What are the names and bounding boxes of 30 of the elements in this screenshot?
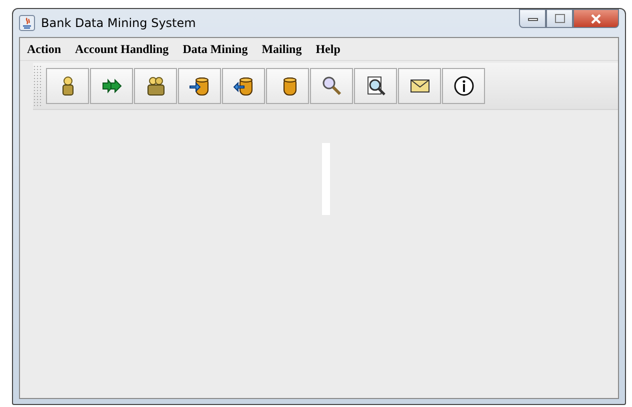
search-icon [320,75,342,97]
menu-item[interactable]: Action [27,42,61,56]
toolbar-button[interactable] [398,68,441,104]
minimize-icon [528,16,538,22]
database-import-icon [188,75,210,97]
toolbar-button[interactable] [178,68,221,104]
toolbar-grip[interactable] [33,65,43,107]
document-search-icon [364,75,386,97]
toolbar-button[interactable] [354,68,397,104]
maximize-icon [554,14,564,23]
toolbar-button[interactable] [46,68,89,104]
database-export-icon [232,75,254,97]
toolbar-button[interactable] [266,68,309,104]
menu-item[interactable]: Help [316,42,340,56]
people-icon [144,75,166,97]
toolbar-button[interactable] [134,68,177,104]
toolbar-button[interactable] [442,68,485,104]
toolbar-button[interactable] [222,68,265,104]
close-button[interactable] [573,9,619,28]
menu-item[interactable]: Data Mining [182,42,248,56]
minimize-button[interactable] [519,9,546,28]
menu-item[interactable]: Account Handling [75,42,169,56]
info-icon [452,75,474,97]
window-title: Bank Data Mining System [41,16,196,30]
maximize-button[interactable] [546,9,573,28]
toolbar-button[interactable] [310,68,353,104]
app-icon [19,15,35,31]
close-icon [590,14,602,24]
menu-item[interactable]: Mailing [262,42,302,56]
toolbar-button[interactable] [90,68,133,104]
